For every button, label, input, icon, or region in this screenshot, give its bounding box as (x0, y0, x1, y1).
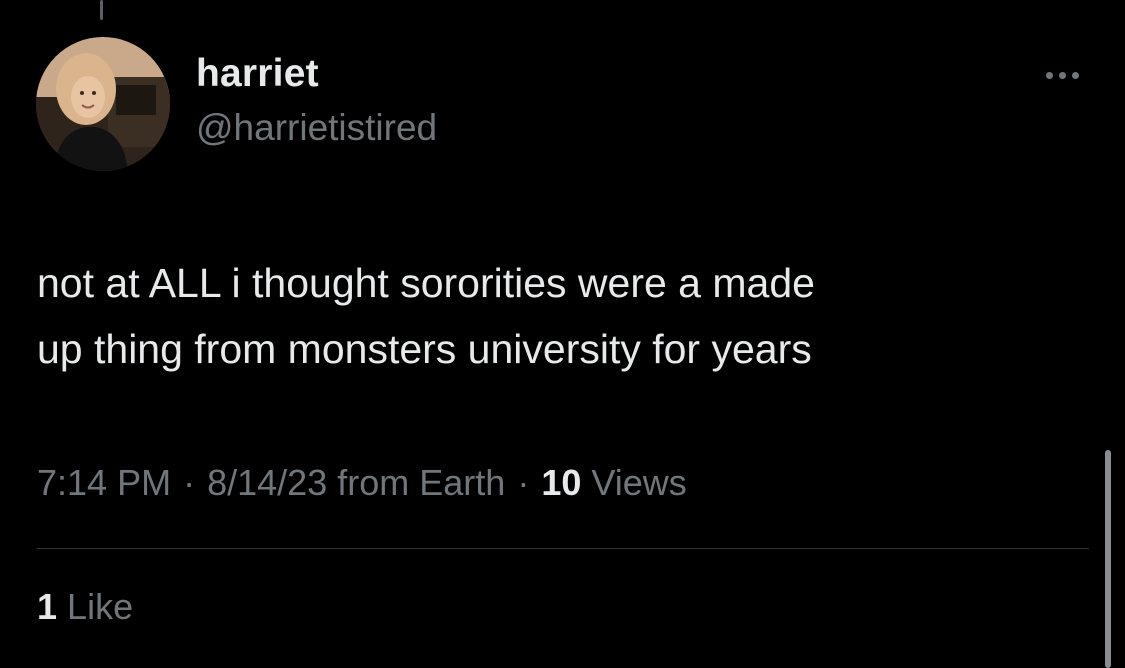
author-handle[interactable]: @harrietistired (196, 107, 437, 149)
more-horizontal-icon-dot (1058, 71, 1066, 79)
avatar[interactable] (36, 37, 170, 171)
thread-connector-line (100, 0, 103, 20)
avatar-photo (36, 37, 170, 171)
meta-separator: · (183, 462, 196, 503)
more-horizontal-icon-dot (1071, 71, 1079, 79)
likes-link[interactable]: 1 Like (37, 586, 133, 628)
more-options-button[interactable] (1036, 58, 1088, 92)
likes-count: 1 (37, 586, 58, 627)
tweet-time[interactable]: 7:14 PM (37, 462, 171, 503)
meta-separator: · (517, 462, 530, 503)
author-display-name[interactable]: harriet (196, 52, 319, 96)
more-horizontal-icon (1045, 71, 1053, 79)
tweet-text: not at ALL i thought sororities were a m… (37, 260, 815, 372)
tweet-metadata: 7:14 PM · 8/14/23 from Earth · 10 Views (37, 462, 687, 504)
views-label[interactable]: Views (591, 462, 686, 503)
likes-label: Like (67, 586, 134, 627)
divider (37, 548, 1089, 549)
views-count[interactable]: 10 (541, 462, 581, 503)
tweet-source[interactable]: from Earth (337, 462, 505, 503)
scrollbar[interactable] (1105, 450, 1111, 668)
tweet-date[interactable]: 8/14/23 (207, 462, 327, 503)
